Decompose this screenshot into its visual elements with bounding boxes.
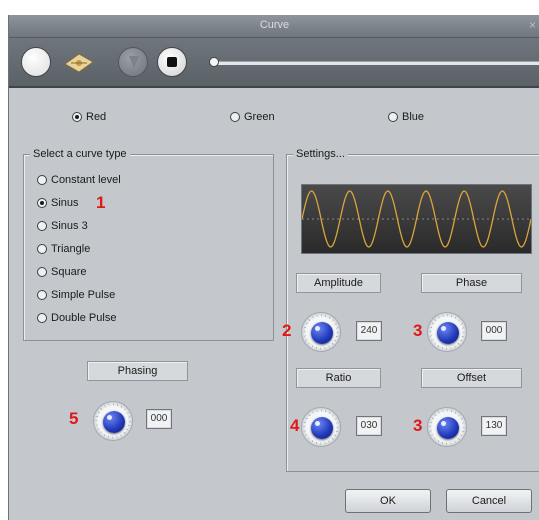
curve-type-group: Select a curve type Constant level Sinus…: [23, 148, 274, 341]
channel-green-radio[interactable]: [230, 112, 240, 122]
curve-option-double-pulse[interactable]: Double Pulse: [37, 310, 116, 326]
channel-red-radio[interactable]: [72, 112, 82, 122]
curve-option-label: Triangle: [51, 243, 91, 255]
offset-value[interactable]: 130: [481, 416, 507, 436]
channel-red-label: Red: [86, 111, 107, 123]
waveform-curve: [302, 190, 531, 248]
ratio-label: Ratio: [296, 368, 381, 388]
curve-option-radio[interactable]: [37, 175, 47, 185]
annotation-ratio: 4: [290, 416, 300, 435]
curve-option-radio[interactable]: [37, 198, 47, 208]
white-circle-icon[interactable]: [21, 47, 51, 77]
channel-red[interactable]: Red: [72, 111, 106, 123]
phase-label: Phase: [421, 273, 522, 293]
curve-option-sinus3[interactable]: Sinus 3: [37, 218, 88, 234]
timeline-slider[interactable]: [215, 61, 539, 65]
annotation-phasing: 5: [69, 409, 79, 428]
channel-blue-radio[interactable]: [388, 112, 398, 122]
curve-type-legend: Select a curve type: [30, 148, 130, 160]
disabled-play-icon[interactable]: [118, 47, 148, 77]
cancel-button[interactable]: Cancel: [446, 489, 532, 513]
channel-green-label: Green: [244, 111, 275, 123]
curve-option-label: Double Pulse: [51, 312, 117, 324]
curve-option-label: Constant level: [51, 174, 121, 186]
curve-option-label: Sinus 3: [51, 220, 88, 232]
stop-icon[interactable]: [157, 47, 187, 77]
curve-option-label: Sinus: [51, 197, 79, 209]
settings-legend: Settings...: [293, 148, 348, 160]
phase-knob[interactable]: [427, 312, 467, 352]
curve-option-radio[interactable]: [37, 290, 47, 300]
close-icon[interactable]: ×: [529, 18, 536, 32]
annotation-offset: 3: [413, 416, 423, 435]
curve-option-sinus[interactable]: Sinus: [37, 195, 79, 211]
title-bar: Curve ×: [9, 15, 539, 38]
phasing-label: Phasing: [87, 361, 188, 381]
offset-knob[interactable]: [427, 407, 467, 447]
waveform-preview: [301, 184, 532, 254]
curve-option-radio[interactable]: [37, 267, 47, 277]
curve-option-square[interactable]: Square: [37, 264, 86, 280]
annotation-amplitude: 2: [282, 321, 292, 340]
channel-blue-label: Blue: [402, 111, 425, 123]
pin-icon[interactable]: [61, 50, 97, 76]
phasing-knob[interactable]: [93, 401, 133, 441]
annotation-sinus: 1: [96, 193, 106, 212]
phase-value[interactable]: 000: [481, 321, 507, 341]
phasing-value[interactable]: 000: [146, 409, 172, 429]
curve-window: Curve × Red Green Blue Select a curve ty…: [8, 15, 539, 520]
curve-option-radio[interactable]: [37, 221, 47, 231]
ok-button[interactable]: OK: [345, 489, 431, 513]
curve-option-radio[interactable]: [37, 313, 47, 323]
offset-label: Offset: [421, 368, 522, 388]
curve-option-constant[interactable]: Constant level: [37, 172, 121, 188]
annotation-phase: 3: [413, 321, 423, 340]
curve-option-label: Simple Pulse: [51, 289, 116, 301]
toolbar: [9, 38, 539, 88]
curve-option-label: Square: [51, 266, 87, 278]
amplitude-label: Amplitude: [296, 273, 381, 293]
ratio-value[interactable]: 030: [356, 416, 382, 436]
timeline-slider-knob[interactable]: [209, 57, 219, 67]
window-title: Curve: [259, 19, 290, 31]
amplitude-knob[interactable]: [301, 312, 341, 352]
curve-option-radio[interactable]: [37, 244, 47, 254]
ratio-knob[interactable]: [301, 407, 341, 447]
curve-option-triangle[interactable]: Triangle: [37, 241, 90, 257]
channel-green[interactable]: Green: [230, 111, 275, 123]
channel-blue[interactable]: Blue: [388, 111, 424, 123]
curve-option-simple-pulse[interactable]: Simple Pulse: [37, 287, 115, 303]
amplitude-value[interactable]: 240: [356, 321, 382, 341]
